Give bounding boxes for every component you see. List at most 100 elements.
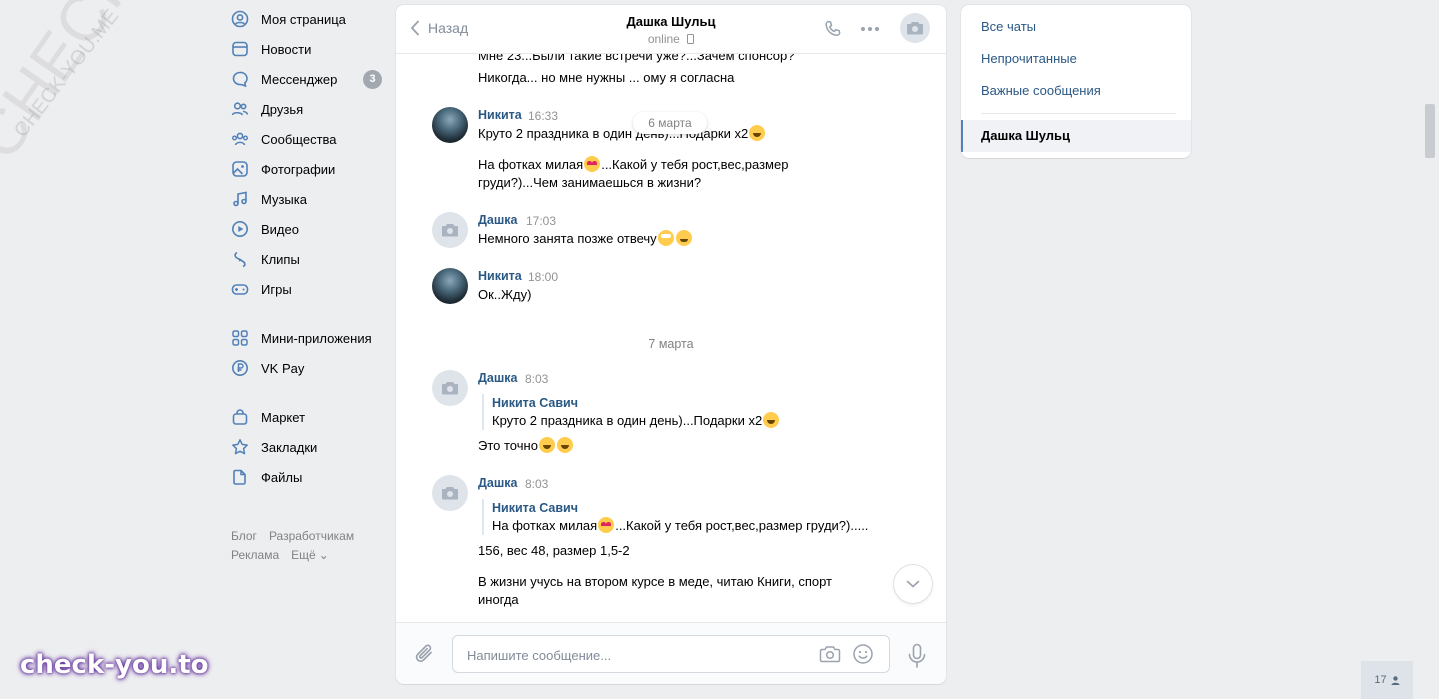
user-icon: [1391, 675, 1400, 685]
avatar[interactable]: [432, 107, 468, 143]
message-text: Круто 2 праздника в один день)...Подарки…: [478, 125, 766, 143]
nav-item-label: Маркет: [261, 409, 306, 425]
folder-important[interactable]: Важные сообщения: [961, 75, 1191, 107]
nav-item-files[interactable]: Файлы: [231, 463, 383, 491]
nav-item-label: Друзья: [261, 101, 304, 117]
unread-badge: 3: [363, 69, 382, 89]
avatar[interactable]: [432, 475, 468, 511]
message-icon: [231, 70, 249, 88]
file-icon: [231, 468, 249, 486]
nav-item-mini-apps[interactable]: Мини-приложения: [231, 324, 383, 352]
message-text-part: На фотках милая: [492, 518, 598, 533]
footer-link-blog[interactable]: Блог: [231, 529, 257, 543]
clips-icon: [231, 250, 249, 268]
message-author[interactable]: Никита: [478, 269, 522, 283]
nav-item-my-page[interactable]: Моя страница: [231, 5, 383, 33]
message-text: В жизни учусь на втором курсе в меде, чи…: [478, 574, 832, 607]
forwarded-message[interactable]: Никита Савич Круто 2 праздника в один де…: [482, 394, 780, 430]
message-input[interactable]: [465, 636, 809, 674]
emoji-button[interactable]: [852, 643, 874, 665]
forwarded-author[interactable]: Никита Савич: [492, 499, 868, 517]
online-friends-counter[interactable]: 17: [1361, 661, 1413, 699]
footer-link-developers[interactable]: Разработчикам: [269, 529, 354, 543]
footer-more-label: Ещё: [291, 548, 316, 562]
nav-item-label: Фотографии: [261, 161, 336, 177]
nav-item-label: Видео: [261, 221, 299, 237]
call-button[interactable]: [820, 16, 846, 42]
laughing-emoji-icon: [556, 437, 573, 453]
peer-status-text: online: [647, 32, 680, 46]
message-author[interactable]: Никита: [478, 108, 522, 122]
more-actions-button[interactable]: [857, 16, 883, 42]
message-author[interactable]: Дашка: [478, 371, 517, 385]
message-text-part: Это точно: [478, 438, 538, 453]
message-text-part: ...Какой у тебя рост,вес,размер груди?).…: [615, 518, 869, 533]
forwarded-message[interactable]: Никита Савич На фотках милая ...Какой у т…: [482, 499, 868, 535]
more-dots-icon: [861, 27, 879, 31]
nav-item-news[interactable]: Новости: [231, 35, 383, 63]
message-text-part: На фотках милая: [478, 157, 584, 172]
scroll-to-bottom-button[interactable]: [894, 565, 932, 603]
nav-item-games[interactable]: Игры: [231, 275, 383, 303]
nav-item-bookmarks[interactable]: Закладки: [231, 433, 383, 461]
nav-item-photos[interactable]: Фотографии: [231, 155, 383, 183]
message-time: 8:03: [525, 372, 549, 386]
message-composer: [396, 622, 946, 684]
watermark-brand: check-you.to: [20, 650, 209, 680]
message-time: 8:03: [525, 477, 549, 491]
laughing-emoji-icon: [763, 412, 780, 428]
nav-item-communities[interactable]: Сообщества: [231, 125, 383, 153]
date-separator: 7 марта: [648, 337, 694, 351]
forwarded-text: Круто 2 праздника в один день)...Подарки…: [492, 412, 780, 430]
laughing-emoji-icon: [538, 437, 555, 453]
avatar[interactable]: [432, 268, 468, 304]
heart-eyes-emoji-icon: [598, 517, 615, 533]
page-scrollbar[interactable]: [1425, 104, 1435, 158]
music-icon: [231, 190, 249, 208]
market-bag-icon: [231, 408, 249, 426]
nav-item-label: VK Pay: [261, 360, 305, 376]
folder-all-chats[interactable]: Все чаты: [961, 11, 1191, 43]
message-text-part: Круто 2 праздника в один день)...Подарки…: [478, 126, 749, 141]
forwarded-author[interactable]: Никита Савич: [492, 394, 780, 412]
message-text: Немного занята позже отвечу: [478, 230, 693, 248]
message-author[interactable]: Дашка: [478, 476, 517, 490]
footer-link-more[interactable]: Ещё ⌄: [291, 548, 341, 562]
nav-item-friends[interactable]: Друзья: [231, 95, 383, 123]
nav-item-video[interactable]: Видео: [231, 215, 383, 243]
nav-item-label: Мини-приложения: [261, 330, 372, 346]
message-author[interactable]: Дашка: [478, 213, 517, 227]
chat-panel: Назад Дашка Шульц online Мне 23...Были т…: [396, 5, 946, 684]
communities-icon: [231, 130, 249, 148]
folder-unread[interactable]: Непрочитанные: [961, 43, 1191, 75]
attach-button[interactable]: [414, 642, 436, 669]
message-time: 18:00: [528, 270, 559, 284]
message-history[interactable]: Мне 23...Были такие встречи уже?...Зачем…: [396, 54, 946, 621]
chevron-down-icon: ⌄: [318, 548, 329, 562]
peer-avatar[interactable]: [900, 13, 930, 43]
nav-item-label: Файлы: [261, 469, 303, 485]
message-text: Это точно: [478, 437, 574, 455]
footer-link-ads[interactable]: Реклама: [231, 548, 279, 562]
nav-item-vk-pay[interactable]: VK Pay: [231, 354, 383, 382]
camera-icon: [442, 382, 458, 395]
avatar[interactable]: [432, 370, 468, 406]
floating-date: 6 марта: [633, 112, 707, 134]
photo-attach-button[interactable]: [819, 643, 841, 665]
nav-item-messenger[interactable]: Мессенджер 3: [231, 65, 383, 93]
nav-item-label: Закладки: [261, 439, 318, 455]
eye-roll-emoji-icon: [657, 230, 674, 246]
apps-icon: [231, 329, 249, 347]
nav-item-market[interactable]: Маркет: [231, 403, 383, 431]
divider: [981, 113, 1176, 114]
nav-item-clips[interactable]: Клипы: [231, 245, 383, 273]
avatar[interactable]: [432, 212, 468, 248]
nav-item-label: Сообщества: [261, 131, 337, 147]
nav-item-music[interactable]: Музыка: [231, 185, 383, 213]
message-text: 156, вес 48, размер 1,5-2: [478, 543, 630, 558]
phone-icon: [825, 20, 841, 37]
voice-message-button[interactable]: [906, 643, 928, 672]
smile-icon: [853, 644, 873, 664]
folder-active-chat[interactable]: Дашка Шульц: [961, 120, 1191, 152]
message-time: 16:33: [528, 109, 559, 123]
